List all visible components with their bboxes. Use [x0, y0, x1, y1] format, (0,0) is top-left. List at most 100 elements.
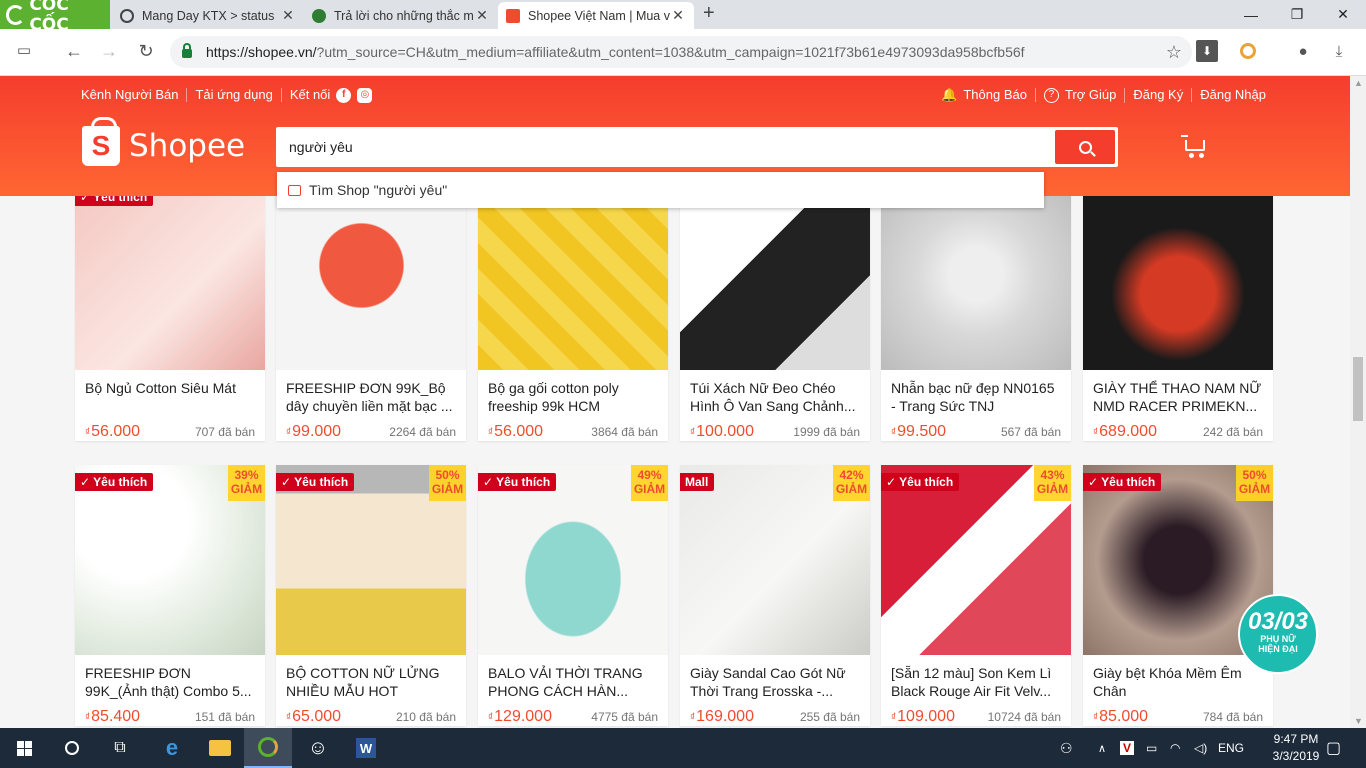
- cart-icon[interactable]: [1181, 134, 1207, 158]
- new-tab-icon[interactable]: +: [703, 2, 715, 25]
- help-link[interactable]: ? Trợ Giúp: [1036, 87, 1126, 103]
- close-tab-icon[interactable]: ✕: [670, 7, 686, 24]
- system-clock[interactable]: 9:47 PM 3/3/2019: [1271, 731, 1321, 765]
- product-name[interactable]: BALO VẢI THỜI TRANG PHONG CÁCH HÀN...: [478, 655, 668, 700]
- forward-icon[interactable]: →: [97, 41, 121, 62]
- product-name[interactable]: Bộ ga gối cotton poly freeship 99k HCM: [478, 370, 668, 415]
- volume-icon[interactable]: ◁): [1194, 728, 1207, 768]
- facebook-icon[interactable]: f: [336, 87, 352, 103]
- scroll-down-icon[interactable]: ▼: [1354, 716, 1363, 726]
- sold-count: 4775 đã bán: [591, 710, 658, 724]
- product-name[interactable]: Bộ Ngủ Cotton Siêu Mát: [75, 370, 265, 415]
- tray-overflow-icon[interactable]: ∧: [1098, 728, 1106, 768]
- sold-count: 3864 đã bán: [591, 425, 658, 439]
- product-card[interactable]: ✓ Yêu thích 49% GIẢM BALO VẢI THỜI TRANG PH…: [478, 465, 668, 726]
- search-suggestion-shop[interactable]: Tìm Shop "người yêu": [277, 172, 1044, 208]
- favorite-badge: ✓ Yêu thích: [1083, 473, 1162, 491]
- messenger-smiley-icon[interactable]: ☺: [294, 728, 342, 768]
- download-icon[interactable]: ⤓: [1328, 40, 1350, 62]
- edge-browser-icon[interactable]: e: [148, 728, 196, 768]
- product-name[interactable]: Nhẫn bạc nữ đẹp NN0165 - Trang Sức TNJ: [881, 370, 1071, 415]
- notification-center-icon[interactable]: ▢: [1326, 728, 1341, 768]
- register-link[interactable]: Đăng Ký: [1125, 88, 1193, 102]
- close-tab-icon[interactable]: ✕: [280, 7, 296, 24]
- product-name[interactable]: GIÀY THỂ THAO NAM NỮ NMD RACER PRIMEKN..…: [1083, 370, 1273, 415]
- close-tab-icon[interactable]: ✕: [474, 7, 490, 24]
- people-icon[interactable]: ⚇: [1060, 728, 1073, 768]
- product-image[interactable]: ✓ Yêu thích 49% GIẢM: [478, 465, 668, 655]
- wifi-icon[interactable]: ◠: [1170, 728, 1180, 768]
- product-image[interactable]: [276, 188, 466, 370]
- product-image[interactable]: [1083, 188, 1273, 370]
- product-image[interactable]: [478, 188, 668, 370]
- back-icon[interactable]: ←: [62, 41, 86, 62]
- seller-channel-link[interactable]: Kênh Người Bán: [81, 88, 188, 102]
- word-icon[interactable]: W: [342, 728, 390, 768]
- product-name[interactable]: BỘ COTTON NỮ LỬNG NHIỀU MẪU HOT: [276, 655, 466, 700]
- bookmark-star-icon[interactable]: ☆: [1166, 42, 1182, 63]
- product-image[interactable]: ✓ Yêu thích 50% GIẢM: [276, 465, 466, 655]
- restore-icon[interactable]: ❐: [1274, 0, 1320, 29]
- download-app-link[interactable]: Tải ứng dụng: [187, 88, 282, 102]
- search-button[interactable]: [1055, 130, 1115, 164]
- file-explorer-icon[interactable]: [196, 728, 244, 768]
- cortana-search-icon[interactable]: [48, 728, 96, 768]
- product-card[interactable]: GIÀY THỂ THAO NAM NỮ NMD RACER PRIMEKN..…: [1083, 188, 1273, 441]
- product-name[interactable]: FREESHIP ĐƠN 99K_Bộ dây chuyền liền mặt …: [276, 370, 466, 415]
- page-scrollbar[interactable]: ▲ ▼: [1350, 76, 1366, 728]
- product-card[interactable]: FREESHIP ĐƠN 99K_Bộ dây chuyền liền mặt …: [276, 188, 466, 441]
- promo-badge[interactable]: 03/03 PHỤ NỮ HIỆN ĐẠI: [1238, 594, 1318, 674]
- unikey-icon[interactable]: V: [1120, 728, 1135, 768]
- tab-shopee[interactable]: Shopee Việt Nam | Mua v ✕: [498, 2, 694, 29]
- product-name[interactable]: Túi Xách Nữ Đeo Chéo Hình Ô Van Sang Chả…: [680, 370, 870, 415]
- product-price: ₫56.000: [85, 423, 141, 440]
- download-extension-icon[interactable]: ⬇: [1196, 40, 1218, 62]
- windows-start-icon[interactable]: [0, 728, 48, 768]
- url-bar[interactable]: https://shopee.vn/?utm_source=CH&utm_med…: [170, 36, 1192, 68]
- coccoc-extension-icon[interactable]: [1240, 43, 1256, 59]
- product-card[interactable]: Bộ ga gối cotton poly freeship 99k HCM ₫5…: [478, 188, 668, 441]
- product-card[interactable]: ✓ Yêu thích 50% GIẢM Giày bệt Khóa Mềm Êm C…: [1083, 465, 1273, 726]
- profile-icon[interactable]: ●: [1292, 40, 1314, 62]
- coccoc-taskbar-icon[interactable]: [244, 728, 292, 768]
- product-name[interactable]: FREESHIP ĐƠN 99K_(Ảnh thật) Combo 5...: [75, 655, 265, 700]
- sold-count: 784 đã bán: [1202, 710, 1263, 724]
- product-name[interactable]: Giày Sandal Cao Gót Nữ Thời Trang Erossk…: [680, 655, 870, 700]
- tab-mang-day[interactable]: Mang Day KTX > status ✕: [112, 2, 304, 29]
- instagram-icon[interactable]: ◎: [357, 87, 373, 103]
- minimize-icon[interactable]: —: [1228, 0, 1274, 29]
- product-image[interactable]: Mall 42% GIẢM: [680, 465, 870, 655]
- product-name[interactable]: [Sẵn 12 màu] Son Kem Lì Black Rouge Air …: [881, 655, 1071, 700]
- product-card[interactable]: ✓ Yêu thích Bộ Ngủ Cotton Siêu Mát ₫56.000…: [75, 188, 265, 441]
- notifications-link[interactable]: 🔔 Thông Báo: [933, 88, 1036, 102]
- coccoc-menu-button[interactable]: CỐC CỐC: [0, 0, 110, 35]
- scrollbar-thumb[interactable]: [1353, 357, 1363, 421]
- product-image[interactable]: ✓ Yêu thích 39% GIẢM: [75, 465, 265, 655]
- help-icon: ?: [1043, 87, 1059, 103]
- login-link[interactable]: Đăng Nhập: [1192, 88, 1266, 102]
- product-card[interactable]: ✓ Yêu thích 43% GIẢM [Sẵn 12 màu] Son Kem L…: [881, 465, 1071, 726]
- task-view-icon[interactable]: ⧉: [96, 728, 144, 768]
- language-indicator[interactable]: ENG: [1218, 728, 1244, 768]
- sold-count: 255 đã bán: [799, 710, 860, 724]
- close-window-icon[interactable]: ✕: [1320, 0, 1366, 29]
- search-input[interactable]: [279, 130, 1049, 164]
- battery-icon[interactable]: ▭: [1146, 728, 1157, 768]
- product-image[interactable]: [680, 188, 870, 370]
- shopee-logo[interactable]: S Shopee: [82, 117, 245, 166]
- product-card[interactable]: Mall 42% GIẢM Giày Sandal Cao Gót Nữ Thời T…: [680, 465, 870, 726]
- product-card[interactable]: Túi Xách Nữ Đeo Chéo Hình Ô Van Sang Chả…: [680, 188, 870, 441]
- tab-tra-loi[interactable]: Trả lời cho những thắc mắ ✕: [304, 2, 498, 29]
- product-card[interactable]: Nhẫn bạc nữ đẹp NN0165 - Trang Sức TNJ ₫9…: [881, 188, 1071, 441]
- product-name[interactable]: Giày bệt Khóa Mềm Êm Chân: [1083, 655, 1273, 700]
- product-card[interactable]: ✓ Yêu thích 39% GIẢM FREESHIP ĐƠN 99K_(Ảnh …: [75, 465, 265, 726]
- product-image[interactable]: ✓ Yêu thích: [75, 188, 265, 370]
- scroll-up-icon[interactable]: ▲: [1354, 78, 1363, 88]
- product-image[interactable]: [881, 188, 1071, 370]
- search-icon: [1078, 140, 1092, 154]
- product-image[interactable]: ✓ Yêu thích 43% GIẢM: [881, 465, 1071, 655]
- reload-icon[interactable]: ↻: [134, 41, 158, 62]
- sidebar-toggle-icon[interactable]: ▭: [12, 41, 36, 59]
- sold-count: 2264 đã bán: [389, 425, 456, 439]
- product-card[interactable]: ✓ Yêu thích 50% GIẢM BỘ COTTON NỮ LỬNG NHIỀ…: [276, 465, 466, 726]
